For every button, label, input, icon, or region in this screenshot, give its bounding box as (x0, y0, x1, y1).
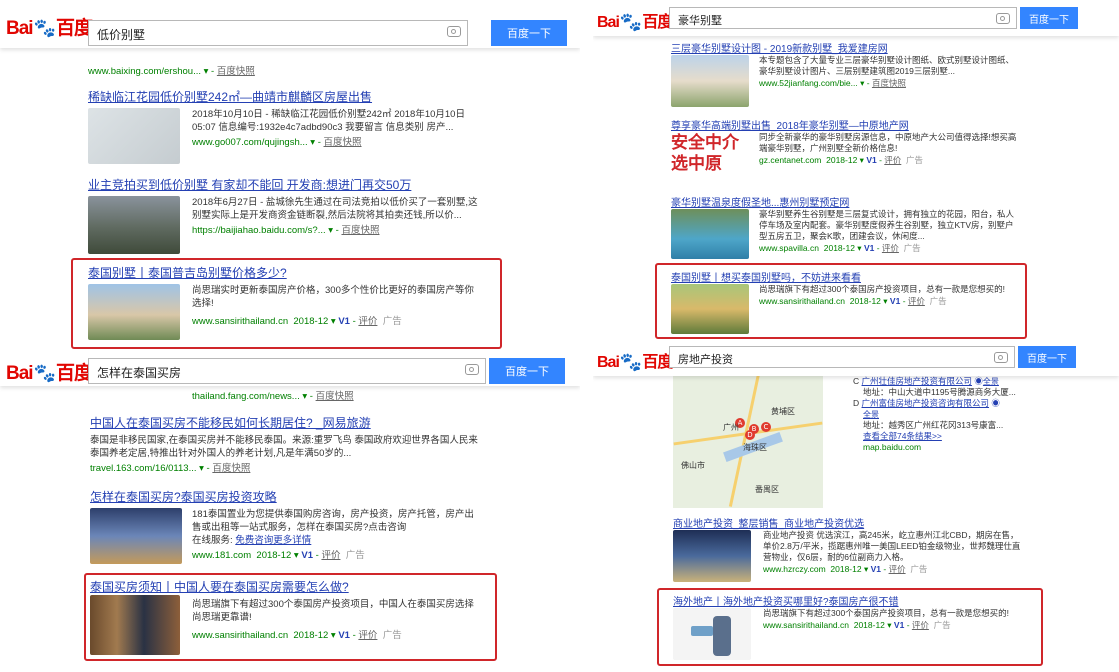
search-button[interactable]: 百度一下 (489, 358, 565, 384)
result-thumbnail (88, 108, 180, 164)
result-title[interactable]: 业主竞拍买到低价别墅 有家却不能回 开发商:想进门再交50万 (88, 176, 558, 193)
result-item-ad: 海外地产丨海外地产投资买哪里好?泰国房产很不错 尚思瑞旗下有超过300个泰国房产… (673, 593, 1038, 660)
paw-icon: 🐾 (619, 352, 642, 373)
result-thumbnail-text: 安全中介 选中原 (671, 132, 749, 184)
result-title[interactable]: 泰国买房须知丨中国人要在泰国买房需要怎么做? (90, 578, 490, 595)
snapshot-link[interactable]: 百度快照 (872, 78, 906, 88)
search-bar: Bai🐾百度 低价别墅 百度一下 (0, 0, 580, 48)
more-results-link[interactable]: 查看全部74条结果>> (863, 431, 942, 441)
review-link[interactable]: 评价 (912, 620, 929, 630)
baidu-logo[interactable]: Bai🐾百度 (6, 358, 93, 385)
baidu-logo[interactable]: Bai🐾百度 (6, 13, 93, 40)
result-thumbnail (88, 284, 180, 340)
search-input[interactable]: 豪华别墅 (669, 7, 1017, 29)
result-item-ad: 怎样在泰国买房?泰国买房投资攻略 181泰国置业为您提供泰国购房咨询，房产投资，… (90, 488, 570, 564)
search-bar: Bai🐾百度 怎样在泰国买房 百度一下 (0, 352, 580, 386)
result-item: thailand.fang.com/news... ▾ - 百度快照 (192, 391, 354, 402)
map-result-title[interactable]: 广州富佳房地产投资咨询有限公司 (862, 398, 990, 408)
snapshot-link[interactable]: 百度快照 (324, 137, 362, 148)
result-title[interactable]: 商业地产投资_整层销售_商业地产投资优选 (673, 515, 1103, 530)
result-item: 中国人在泰国买房不能移民如何长期居住? _网易旅游 泰国是非移民国家,在泰国买房… (90, 414, 570, 474)
result-item-ad: 泰国买房须知丨中国人要在泰国买房需要怎么做? 尚思瑞旗下有超过300个泰国房产投… (90, 578, 490, 655)
search-input[interactable]: 低价别墅 (88, 20, 468, 46)
search-input[interactable]: 怎样在泰国买房 (88, 358, 486, 384)
review-link[interactable]: 评价 (321, 550, 340, 561)
result-title[interactable]: 尊享豪华高端别墅出售_2018年豪华别墅—中原地产网 (671, 117, 1101, 132)
result-title[interactable]: 三层豪华别墅设计图 - 2019新款别墅_我爱建房网 (671, 40, 1101, 55)
panorama-icon[interactable]: ◉ (991, 398, 1000, 408)
result-thumbnail (671, 55, 749, 107)
result-title[interactable]: 豪华别墅温泉度假圣地...惠州别墅预定网 (671, 194, 1101, 209)
camera-icon[interactable] (465, 364, 479, 375)
map-result-title[interactable]: 广州壮佳房地产投资有限公司 (862, 376, 973, 386)
camera-icon[interactable] (994, 352, 1008, 363)
search-button[interactable]: 百度一下 (1020, 7, 1078, 29)
search-panel-low-price-villa: Bai🐾百度 低价别墅 百度一下 www.baixing.com/ershou.… (0, 0, 580, 352)
baidu-logo[interactable]: Bai🐾百度 (597, 8, 673, 33)
paw-icon: 🐾 (33, 363, 56, 384)
result-thumbnail (671, 284, 749, 334)
search-panel-luxury-villa: Bai🐾百度 豪华别墅 百度一下 三层豪华别墅设计图 - 2019新款别墅_我爱… (593, 0, 1119, 340)
consult-link[interactable]: 免费咨询更多详情 (235, 535, 311, 546)
result-title[interactable]: 泰国别墅丨想买泰国别墅吗，不妨进来看看 (671, 269, 1021, 284)
search-panel-real-estate-investment: Bai🐾百度 房地产投资 百度一下 A B C D 黄埔区 海珠区 佛山市 番禺… (593, 340, 1119, 672)
snapshot-link[interactable]: 百度快照 (316, 391, 354, 402)
panorama-link[interactable]: 全景 (863, 410, 879, 419)
search-button[interactable]: 百度一下 (491, 20, 567, 46)
review-link[interactable]: 评价 (889, 564, 906, 574)
result-item: 稀缺临江花园低价别墅242㎡—曲靖市麒麟区房屋出售 2018年10月10日 - … (88, 88, 558, 164)
result-title[interactable]: 中国人在泰国买房不能移民如何长期居住? _网易旅游 (90, 414, 570, 431)
result-item-ad: 泰国别墅丨泰国普吉岛别墅价格多少? 尚思瑞实时更新泰国房产价格，300多个性价比… (88, 264, 498, 340)
map-result-list: C 广州壮佳房地产投资有限公司 ◉全景 地址：中山大道中1195号腾源商务大厦.… (853, 376, 1016, 452)
review-link[interactable]: 评价 (358, 630, 377, 641)
result-title[interactable]: 海外地产丨海外地产投资买哪里好?泰国房产很不错 (673, 593, 1038, 608)
search-input[interactable]: 房地产投资 (669, 346, 1015, 368)
review-link[interactable]: 评价 (882, 243, 899, 253)
snapshot-link[interactable]: 百度快照 (212, 463, 250, 474)
panorama-link[interactable]: 全景 (983, 377, 999, 386)
baidu-logo[interactable]: Bai🐾百度 (597, 348, 673, 373)
camera-icon[interactable] (996, 13, 1010, 24)
paw-icon: 🐾 (619, 12, 642, 33)
paw-icon: 🐾 (33, 18, 56, 39)
result-item: 三层豪华别墅设计图 - 2019新款别墅_我爱建房网 本专题包含了大量专业三层豪… (671, 40, 1101, 107)
result-title[interactable]: 怎样在泰国买房?泰国买房投资攻略 (90, 488, 570, 505)
result-item-ad: 商业地产投资_整层销售_商业地产投资优选 商业地产投资 优选滨江，高245米，屹… (673, 515, 1103, 582)
result-item: 业主竞拍买到低价别墅 有家却不能回 开发商:想进门再交50万 2018年6月27… (88, 176, 558, 254)
map-pin-icon[interactable]: D (745, 430, 755, 440)
result-thumbnail (88, 196, 180, 254)
result-thumbnail (673, 530, 751, 582)
map-thumbnail[interactable]: A B C D 黄埔区 海珠区 佛山市 番禺区 广州 (673, 372, 823, 508)
camera-icon[interactable] (447, 26, 461, 37)
snapshot-link[interactable]: 百度快照 (341, 225, 379, 236)
result-thumbnail (673, 608, 751, 660)
panorama-icon[interactable]: ◉ (974, 376, 983, 386)
search-bar: Bai🐾百度 房地产投资 百度一下 (593, 340, 1119, 376)
result-title[interactable]: 稀缺临江花园低价别墅242㎡—曲靖市麒麟区房屋出售 (88, 88, 558, 105)
review-link[interactable]: 评价 (358, 316, 377, 327)
result-thumbnail (90, 508, 182, 564)
result-item: www.baixing.com/ershou... ▾ - 百度快照 (88, 66, 255, 77)
result-title[interactable]: 泰国别墅丨泰国普吉岛别墅价格多少? (88, 264, 498, 281)
result-thumbnail (671, 209, 749, 259)
search-button[interactable]: 百度一下 (1018, 346, 1076, 368)
map-pin-icon[interactable]: C (761, 422, 771, 432)
result-thumbnail (90, 595, 180, 655)
review-link[interactable]: 评价 (884, 155, 901, 165)
search-panel-buy-house-thailand: Bai🐾百度 怎样在泰国买房 百度一下 thailand.fang.com/ne… (0, 352, 580, 672)
result-item-ad: 豪华别墅温泉度假圣地...惠州别墅预定网 豪华别墅养生谷别墅是三层复式设计，拥有… (671, 194, 1101, 259)
review-link[interactable]: 评价 (908, 296, 925, 306)
search-bar: Bai🐾百度 豪华别墅 百度一下 (593, 0, 1119, 36)
result-item-ad: 泰国别墅丨想买泰国别墅吗，不妨进来看看 尚思瑞旗下有超过300个泰国房产投资项目… (671, 269, 1021, 334)
result-item-ad: 尊享豪华高端别墅出售_2018年豪华别墅—中原地产网 安全中介 选中原 同步全新豪… (671, 117, 1101, 184)
snapshot-link[interactable]: 百度快照 (217, 66, 255, 77)
